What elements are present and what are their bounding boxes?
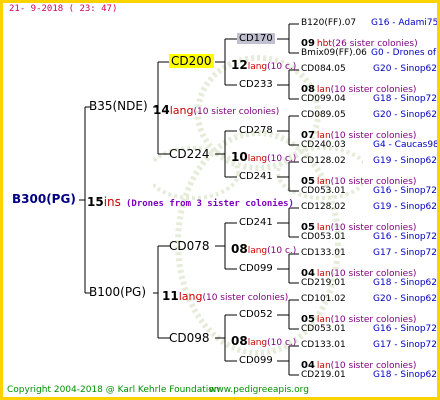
father-side-info: 11lang(10 sister colonies) — [162, 287, 288, 303]
genealogy-code: G20 - Sinop62R — [373, 64, 440, 74]
ancestor-colony-info: 04 lan(10 sister colonies) — [301, 355, 416, 371]
node-cd278[interactable]: CD278 — [239, 126, 273, 136]
ancestor-code[interactable]: Bmix09(FF).06 — [301, 49, 367, 58]
mother-queen[interactable]: B35(NDE) — [89, 100, 148, 112]
node-cd052[interactable]: CD052 — [239, 310, 273, 320]
ancestor-colony-info: 07 lan(10 sister colonies) — [301, 125, 416, 141]
genealogy-code: G17 - Sinop72R — [373, 248, 440, 258]
root-num: 15 — [87, 195, 104, 209]
mother-lang: lang — [169, 104, 194, 117]
node-cd099-a[interactable]: CD099 — [239, 264, 273, 274]
genealogy-code: G20 - Sinop62R — [373, 110, 440, 120]
node-cd170[interactable]: CD170 — [237, 33, 275, 44]
father-side-sis: (10 sister colonies) — [202, 293, 289, 303]
genealogy-code: G19 - Sinop62R — [373, 202, 440, 212]
node-cd241-a[interactable]: CD241 — [239, 172, 273, 182]
ancestor-code[interactable]: CD053.01 — [301, 187, 346, 196]
genealogy-code: G16 - Sinop72R — [373, 324, 440, 334]
node-cd078[interactable]: CD078 — [169, 240, 210, 252]
ancestor-code[interactable]: CD101.02 — [301, 295, 346, 304]
genealogy-code: G18 - Sinop72R — [373, 94, 440, 104]
root-queen[interactable]: B300(PG) — [12, 193, 76, 205]
ancestor-colony-info: 04 lan(10 sister colonies) — [301, 263, 416, 279]
mother-num: 14 — [153, 103, 170, 117]
node-cd241-b[interactable]: CD241 — [239, 218, 273, 228]
ancestor-code[interactable]: CD099.04 — [301, 95, 346, 104]
ancestor-code[interactable]: CD053.01 — [301, 325, 346, 334]
root-ins: ins — [103, 195, 121, 209]
ancestor-code[interactable]: CD219.01 — [301, 371, 346, 380]
ancestor-code[interactable]: CD089.05 — [301, 111, 346, 120]
node-cd233[interactable]: CD233 — [239, 80, 273, 90]
mother-info: 14lang(10 sister colonies) — [153, 101, 279, 117]
ancestor-code[interactable]: CD133.01 — [301, 249, 346, 258]
node-cd200[interactable]: CD200 — [169, 54, 214, 68]
root-info: 15ins (Drones from 3 sister colonies) — [87, 193, 294, 209]
cd098-info: 08lang(10 c.) — [231, 334, 297, 348]
genealogy-code: G16 - Sinop72R — [373, 232, 440, 242]
father-side-lang: lang — [178, 290, 203, 303]
ancestor-code[interactable]: CD133.01 — [301, 341, 346, 350]
genealogy-code: G19 - Sinop62R — [373, 156, 440, 166]
cd224-info: 10lang(10 c.) — [231, 150, 297, 164]
ancestor-colony-info: 05 lan(10 sister colonies) — [301, 171, 416, 187]
root-drones: (Drones from 3 sister colonies) — [126, 199, 294, 209]
genealogy-code: G20 - Sinop62R — [373, 294, 440, 304]
mother-sis: (10 sister colonies) — [193, 107, 280, 117]
ancestor-code[interactable]: CD219.01 — [301, 279, 346, 288]
report-date: 21- 9-2018 ( 23: 47) — [9, 4, 118, 14]
ancestor-colony-info: 08 lan(10 sister colonies) — [301, 79, 416, 95]
father-side-num: 11 — [162, 289, 179, 303]
ancestor-code[interactable]: CD128.02 — [301, 157, 346, 166]
cd200-info: 12lang(10 c.) — [231, 58, 297, 72]
node-cd098[interactable]: CD098 — [169, 332, 210, 344]
copyright-text: Copyright 2004-2018 @ Karl Kehrle Founda… — [7, 385, 220, 395]
genealogy-code: G4 - Caucas98R — [373, 140, 440, 150]
ancestor-code[interactable]: CD240.03 — [301, 141, 346, 150]
genealogy-code: G18 - Sinop62R — [373, 370, 440, 380]
ancestor-code[interactable]: CD128.02 — [301, 203, 346, 212]
ancestor-colony-info: 05 lan(10 sister colonies) — [301, 217, 416, 233]
ancestor-code[interactable]: CD084.05 — [301, 65, 346, 74]
site-link[interactable]: www.pedigreeapis.org — [209, 386, 309, 395]
pedigree-frame: 21- 9-2018 ( 23: 47) Copyright 2004-2018… — [0, 0, 440, 400]
cd078-info: 08lang(10 c.) — [231, 242, 297, 256]
genealogy-code: G18 - Sinop62R — [373, 278, 440, 288]
genealogy-code: G16 - Sinop72R — [373, 186, 440, 196]
father-side-queen[interactable]: B100(PG) — [89, 286, 146, 298]
ancestor-code[interactable]: B120(FF).07 — [301, 19, 356, 28]
node-cd224[interactable]: CD224 — [169, 148, 210, 160]
ancestor-colony-info: 09 hbt(26 sister colonies) — [301, 33, 418, 49]
ancestor-code[interactable]: CD053.01 — [301, 233, 346, 242]
ancestor-colony-info: 05 lan(10 sister colonies) — [301, 309, 416, 325]
genealogy-code: G16 - Adami75R — [371, 18, 440, 28]
genealogy-code: G0 - Drones of t — [371, 48, 440, 58]
node-cd099-b[interactable]: CD099 — [239, 356, 273, 366]
genealogy-code: G17 - Sinop72R — [373, 340, 440, 350]
